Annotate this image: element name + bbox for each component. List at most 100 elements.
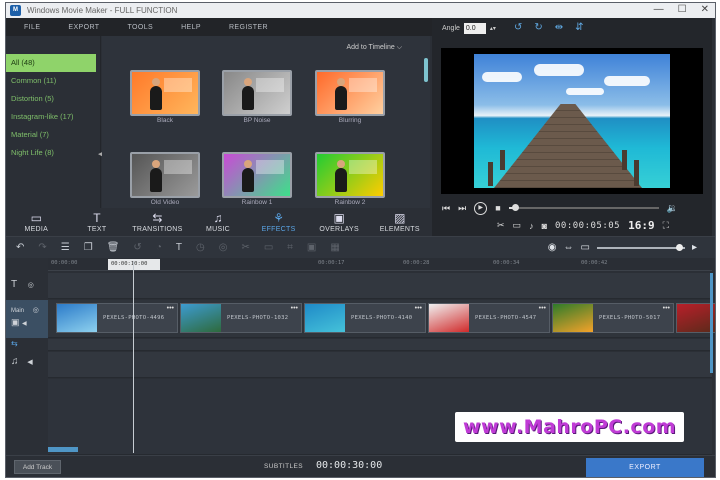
menu-tools[interactable]: TOOLS [127, 24, 153, 31]
video-preview[interactable] [441, 48, 703, 194]
clip-menu-icon[interactable]: ••• [663, 305, 670, 312]
next-frame-icon[interactable]: ⏭ [458, 203, 466, 214]
clip-menu-icon[interactable]: ••• [415, 305, 422, 312]
volume-icon[interactable]: 🔉 [667, 203, 678, 214]
caption-icon[interactable]: ▭ [264, 242, 273, 253]
tab-text[interactable]: T TEXT [67, 208, 128, 236]
text-track[interactable] [48, 273, 712, 299]
maximize-button[interactable]: ☐ [678, 4, 687, 15]
category-instagram-like[interactable]: Instagram-like (17) [6, 108, 100, 126]
timeline-vertical-scrollbar[interactable] [710, 273, 713, 373]
pip-icon[interactable]: ▣ [307, 242, 316, 253]
effect-card[interactable]: Blurring [315, 70, 389, 124]
tab-elements[interactable]: ▨ ELEMENTS [369, 208, 430, 236]
playhead-line[interactable] [133, 261, 134, 453]
text-tool-icon[interactable]: T [176, 242, 182, 253]
speed-icon[interactable]: ◔ [156, 242, 162, 253]
zoom-in-icon[interactable]: ▸ [692, 242, 697, 253]
mute-icon[interactable]: ◀ [27, 359, 32, 366]
menu-register[interactable]: REGISTER [229, 24, 268, 31]
effect-card[interactable]: BP Noise [222, 70, 296, 124]
timeline-ruler[interactable]: 00:00:10:00 00:00:00 00:00:17 00:00:28 00:0… [48, 258, 712, 271]
menu-file[interactable]: FILE [24, 24, 40, 31]
media-track[interactable]: PEXELS-PHOTO-4496•••PEXELS-PHOTO-1032•••… [48, 300, 715, 338]
effects-scrollbar[interactable] [424, 58, 428, 82]
tab-media[interactable]: ▭ MEDIA [6, 208, 67, 236]
fit-timeline-icon[interactable]: ⇔ [564, 242, 574, 253]
clip-menu-icon[interactable]: ••• [539, 305, 546, 312]
rotate-controls: ↺ ↻ ⇹ ⇵ [514, 22, 584, 33]
rotate-left-icon[interactable]: ↺ [514, 22, 522, 33]
category-material[interactable]: Material (7) [6, 126, 100, 144]
timeline-horizontal-scrollbar[interactable] [48, 447, 78, 452]
category-night-life[interactable]: Night Life (8) [6, 144, 100, 162]
ruler-tick-label: 00:00:00 [51, 260, 78, 266]
tab-overlays[interactable]: ▣ OVERLAYS [309, 208, 370, 236]
minimize-button[interactable]: — [654, 4, 664, 15]
storyboard-icon[interactable]: ▦ [330, 242, 339, 253]
stop-icon[interactable]: ■ [495, 203, 500, 213]
flip-vertical-icon[interactable]: ⇵ [575, 22, 583, 33]
text-icon: T [93, 210, 101, 225]
angle-input[interactable]: 0.0 [463, 23, 486, 34]
media-clip[interactable]: PEXELS-PHOTO-4547 ••• [428, 303, 550, 333]
menu-export[interactable]: EXPORT [68, 24, 99, 31]
split-icon[interactable]: ✂ [241, 242, 249, 253]
playhead-time[interactable]: 00:00:10:00 [108, 259, 160, 270]
rotate-right-icon[interactable]: ↻ [534, 22, 542, 33]
record-icon[interactable]: ◉ [548, 242, 557, 253]
effect-card[interactable]: Old Video [130, 152, 204, 206]
zoom-out-icon[interactable]: ▭ [581, 242, 590, 253]
timer-icon[interactable]: ◷ [196, 242, 205, 253]
add-to-timeline-button[interactable]: Add to Timeline ⌵ [347, 44, 403, 52]
media-clip[interactable]: PEXELS-PHOTO-4496••• [56, 303, 178, 333]
prev-frame-icon[interactable]: ⏮ [442, 203, 450, 214]
media-track-header: Main ◎ ▣ ◀ [6, 300, 48, 338]
flip-horizontal-icon[interactable]: ⇹ [555, 22, 563, 33]
clip-menu-icon[interactable]: ••• [291, 305, 298, 312]
export-button[interactable]: EXPORT [586, 458, 704, 477]
tab-music[interactable]: ♫ MUSIC [188, 208, 249, 236]
fullscreen-icon[interactable]: ⛶ [663, 220, 669, 231]
transitions-icon: ⇆ [152, 210, 163, 225]
media-clip[interactable]: PEXELS-PHOTO-5017 ••• [552, 303, 674, 333]
visibility-icon[interactable]: ◎ [28, 282, 34, 289]
effect-card[interactable]: Rainbow 2 [315, 152, 389, 206]
play-button[interactable]: ▶ [474, 201, 488, 215]
mosaic-icon[interactable]: ◎ [219, 242, 228, 253]
add-track-button[interactable]: Add Track [14, 460, 61, 474]
snapshot-icon[interactable]: ◙ [542, 221, 547, 231]
delete-icon[interactable]: 🗑 [107, 242, 120, 253]
effect-thumbnail [222, 70, 292, 116]
aspect-ratio[interactable]: 16:9 [628, 219, 655, 232]
copy-icon[interactable]: ❐ [84, 242, 93, 253]
media-clip[interactable]: PEXELS-PHOTO-4140 ••• [304, 303, 426, 333]
tab-label: ELEMENTS [379, 225, 420, 233]
media-clip[interactable]: PEXELS-PHOTO-1032 ••• [180, 303, 302, 333]
tool-tabs: ▭ MEDIA T TEXT ⇆ TRANSITIONS ♫ MUSIC ⚘ EFFECTS ▣ OV… [6, 208, 430, 236]
transition-track[interactable] [48, 339, 712, 351]
category-common[interactable]: Common (11) [6, 72, 100, 90]
rotate-icon[interactable]: ↺ [133, 242, 141, 253]
adjust-icon[interactable]: ☰ [61, 242, 70, 253]
tab-effects[interactable]: ⚘ EFFECTS [248, 208, 309, 236]
category-distortion[interactable]: Distortion (5) [6, 90, 100, 108]
angle-spin-icon[interactable]: ▴▾ [490, 25, 496, 32]
redo-icon[interactable]: ↷ [38, 242, 46, 253]
menu-help[interactable]: HELP [181, 24, 201, 31]
close-button[interactable]: ✕ [701, 4, 709, 15]
playback-progress[interactable] [508, 204, 659, 211]
camera-icon[interactable]: ▭ [513, 220, 522, 231]
tab-transitions[interactable]: ⇆ TRANSITIONS [127, 208, 188, 236]
music-track[interactable] [48, 352, 712, 378]
crop-tool-icon[interactable]: ⌗ [287, 242, 293, 253]
media-visibility-icon[interactable]: ◎ [33, 307, 39, 314]
crop-icon[interactable]: ✂ [497, 220, 505, 231]
effect-card[interactable]: Black [130, 70, 204, 124]
category-all[interactable]: All (48) [6, 54, 96, 72]
clip-menu-icon[interactable]: ••• [167, 305, 174, 312]
effect-card[interactable]: Rainbow 1 [222, 152, 296, 206]
zoom-slider[interactable] [596, 243, 685, 251]
undo-icon[interactable]: ↶ [16, 242, 24, 253]
microphone-icon[interactable]: ♪ [529, 221, 534, 231]
